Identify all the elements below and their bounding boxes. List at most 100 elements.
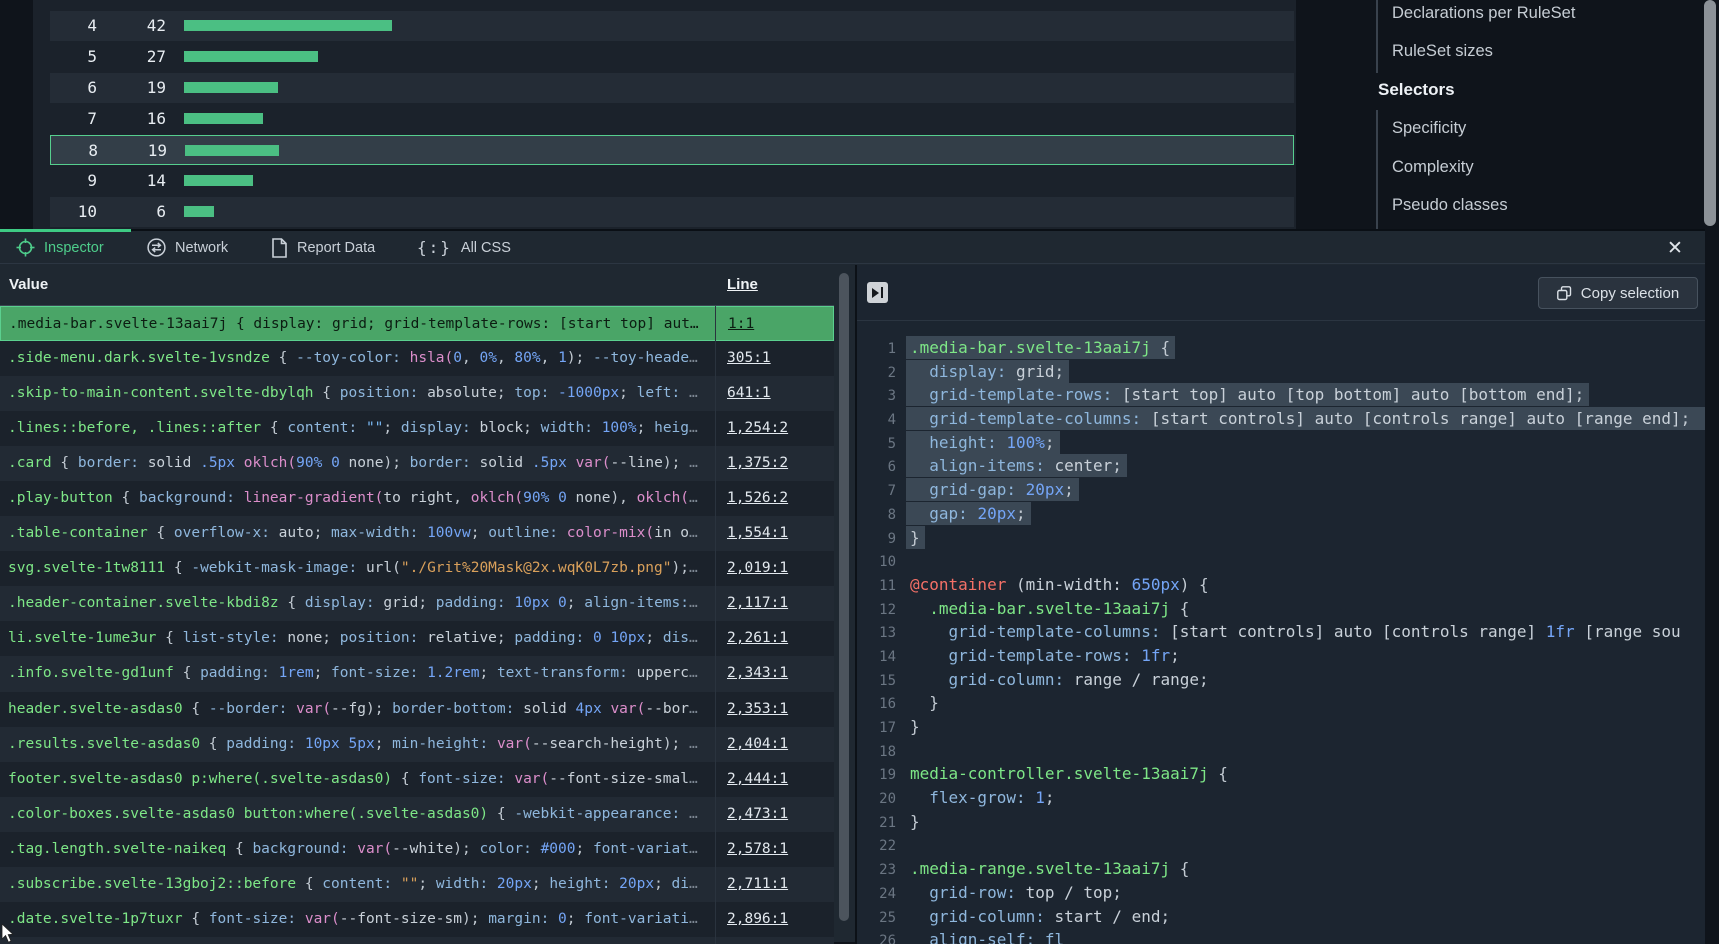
table-row[interactable]: .table-container { overflow-x: auto; max… — [0, 516, 834, 551]
table-row[interactable]: .tag.length.svelte-naikeq { background: … — [0, 832, 834, 867]
code-line: 5 height: 100%; — [857, 431, 1705, 455]
line-link[interactable]: 2,019:1 — [727, 560, 788, 576]
histogram-row[interactable]: 3 — [50, 0, 1294, 10]
sidebar-item-selectors: Selectors — [1378, 77, 1455, 103]
page-scrollbar[interactable] — [1704, 0, 1716, 226]
row-count: 42 — [106, 11, 166, 41]
sidebar-item-specificity[interactable]: Specificity — [1392, 115, 1466, 141]
row-category: 6 — [50, 73, 97, 103]
tab-network[interactable]: Network — [147, 231, 228, 264]
panel-toggle-icon[interactable] — [867, 282, 888, 303]
sidebar-item-declarations-per-ruleset[interactable]: Declarations per RuleSet — [1392, 0, 1575, 26]
rule-value: header.svelte-asdas0 { --border: var(--f… — [8, 692, 706, 727]
rule-value: svg.svelte-1tw8111 { -webkit-mask-image:… — [8, 551, 706, 586]
scrollbar-thumb[interactable] — [839, 273, 849, 921]
line-link[interactable]: 2,896:1 — [727, 911, 788, 927]
tab-label: All CSS — [461, 240, 511, 256]
code-lines[interactable]: 1.media-bar.svelte-13aai7j {2 display: g… — [857, 336, 1705, 944]
table-row-partial[interactable]: .play.svelte-1p7tuxr { display: flex; ga… — [0, 937, 834, 944]
column-header-value[interactable]: Value — [9, 265, 48, 305]
sidebar-item-complexity[interactable]: Complexity — [1392, 154, 1474, 180]
code-line: 12 .media-bar.svelte-13aai7j { — [857, 597, 1705, 621]
code-line: 21} — [857, 810, 1705, 834]
table-row[interactable]: header.svelte-asdas0 { --border: var(--f… — [0, 692, 834, 727]
sidebar-item-pseudo-classes[interactable]: Pseudo classes — [1392, 192, 1508, 218]
line-link[interactable]: 641:1 — [727, 385, 771, 401]
code-line: 20 flex-grow: 1; — [857, 786, 1705, 810]
line-link[interactable]: 2,578:1 — [727, 841, 788, 857]
row-count: 16 — [106, 104, 166, 134]
document-icon — [271, 238, 288, 258]
rule-value: li.svelte-1ume3ur { list-style: none; po… — [8, 621, 706, 656]
table-row[interactable]: .skip-to-main-content.svelte-dbylqh { po… — [0, 376, 834, 411]
line-cell: 1,254:2 — [727, 411, 788, 446]
histogram-row[interactable]: 716 — [50, 104, 1294, 134]
tab-inspector[interactable]: Inspector — [16, 231, 104, 264]
table-row[interactable]: .card { border: solid .5px oklch(90% 0 n… — [0, 446, 834, 481]
table-row[interactable]: svg.svelte-1tw8111 { -webkit-mask-image:… — [0, 551, 834, 586]
table-row[interactable]: .media-bar.svelte-13aai7j { display: gri… — [0, 306, 834, 341]
table-body: .media-bar.svelte-13aai7j { display: gri… — [0, 306, 834, 944]
table-row[interactable]: .date.svelte-1p7tuxr { font-size: var(--… — [0, 902, 834, 937]
table-row[interactable]: footer.svelte-asdas0 p:where(.svelte-asd… — [0, 762, 834, 797]
table-row[interactable]: .play-button { background: linear-gradie… — [0, 481, 834, 516]
line-link[interactable]: 2,117:1 — [727, 595, 788, 611]
line-link[interactable]: 2,711:1 — [727, 876, 788, 892]
network-icon — [147, 238, 166, 257]
row-category: 3 — [50, 0, 97, 10]
histogram-row[interactable]: 106 — [50, 197, 1294, 227]
histogram-row[interactable]: 914 — [50, 166, 1294, 196]
line-cell: 2,578:1 — [727, 832, 788, 867]
table-scrollbar[interactable] — [836, 265, 853, 944]
line-number: 5 — [857, 433, 910, 457]
code-line: 11@container (min-width: 650px) { — [857, 573, 1705, 597]
tab-report-data[interactable]: Report Data — [271, 231, 375, 264]
line-link[interactable]: 2,404:1 — [727, 736, 788, 752]
line-link[interactable]: 1,254:2 — [727, 420, 788, 436]
line-number: 3 — [857, 385, 910, 409]
line-number: 22 — [857, 835, 910, 859]
code-line: 9} — [857, 526, 1705, 550]
table-row[interactable]: .color-boxes.svelte-asdas0 button:where(… — [0, 797, 834, 832]
line-link[interactable]: 2,353:1 — [727, 701, 788, 717]
table-row[interactable]: .results.svelte-asdas0 { padding: 10px 5… — [0, 727, 834, 762]
line-link[interactable]: 2,261:1 — [727, 630, 788, 646]
histogram-row[interactable]: 619 — [50, 73, 1294, 103]
line-number: 25 — [857, 907, 910, 931]
line-link[interactable]: 1:1 — [728, 316, 754, 332]
histogram-row[interactable]: 4 42 — [50, 11, 1294, 41]
table-row[interactable]: li.svelte-1ume3ur { list-style: none; po… — [0, 621, 834, 656]
copy-selection-button[interactable]: Copy selection — [1538, 277, 1698, 309]
sidebar-item-ruleset-sizes[interactable]: RuleSet sizes — [1392, 38, 1493, 64]
table-row[interactable]: .info.svelte-gd1unf { padding: 1rem; fon… — [0, 656, 834, 691]
table-row[interactable]: .side-menu.dark.svelte-1vsndze { --toy-c… — [0, 341, 834, 376]
line-cell: 641:1 — [727, 376, 771, 411]
close-icon[interactable]: ✕ — [1662, 236, 1688, 262]
line-link[interactable]: 2,343:1 — [727, 665, 788, 681]
line-link[interactable]: 1,554:1 — [727, 525, 788, 541]
line-cell: 1,375:2 — [727, 446, 788, 481]
line-link[interactable]: 305:1 — [727, 350, 771, 366]
line-link[interactable]: 1,375:2 — [727, 455, 788, 471]
line-link[interactable]: 2,444:1 — [727, 771, 788, 787]
line-link[interactable]: 1,526:2 — [727, 490, 788, 506]
row-bar — [184, 82, 278, 93]
histogram-row[interactable]: 819 — [50, 135, 1294, 165]
rule-value: .subscribe.svelte-13gboj2::before { cont… — [8, 867, 706, 902]
code-line: 24 grid-row: top / top; — [857, 881, 1705, 905]
line-number: 12 — [857, 599, 910, 623]
column-header-line[interactable]: Line — [727, 265, 758, 305]
row-category: 4 — [50, 11, 97, 41]
code-line: 23.media-range.svelte-13aai7j { — [857, 857, 1705, 881]
table-row[interactable]: .subscribe.svelte-13gboj2::before { cont… — [0, 867, 834, 902]
tab-all-css[interactable]: {:}All CSS — [417, 231, 511, 264]
histogram-row[interactable]: 527 — [50, 42, 1294, 72]
line-link[interactable]: 2,473:1 — [727, 806, 788, 822]
rule-value: .color-boxes.svelte-asdas0 button:where(… — [8, 797, 706, 832]
code-line: 22 — [857, 833, 1705, 857]
rule-value: .lines::before, .lines::after { content:… — [8, 411, 706, 446]
code-line: 10 — [857, 549, 1705, 573]
table-row[interactable]: .lines::before, .lines::after { content:… — [0, 411, 834, 446]
table-row[interactable]: .header-container.svelte-kbdi8z { displa… — [0, 586, 834, 621]
code-line: 6 align-items: center; — [857, 454, 1705, 478]
